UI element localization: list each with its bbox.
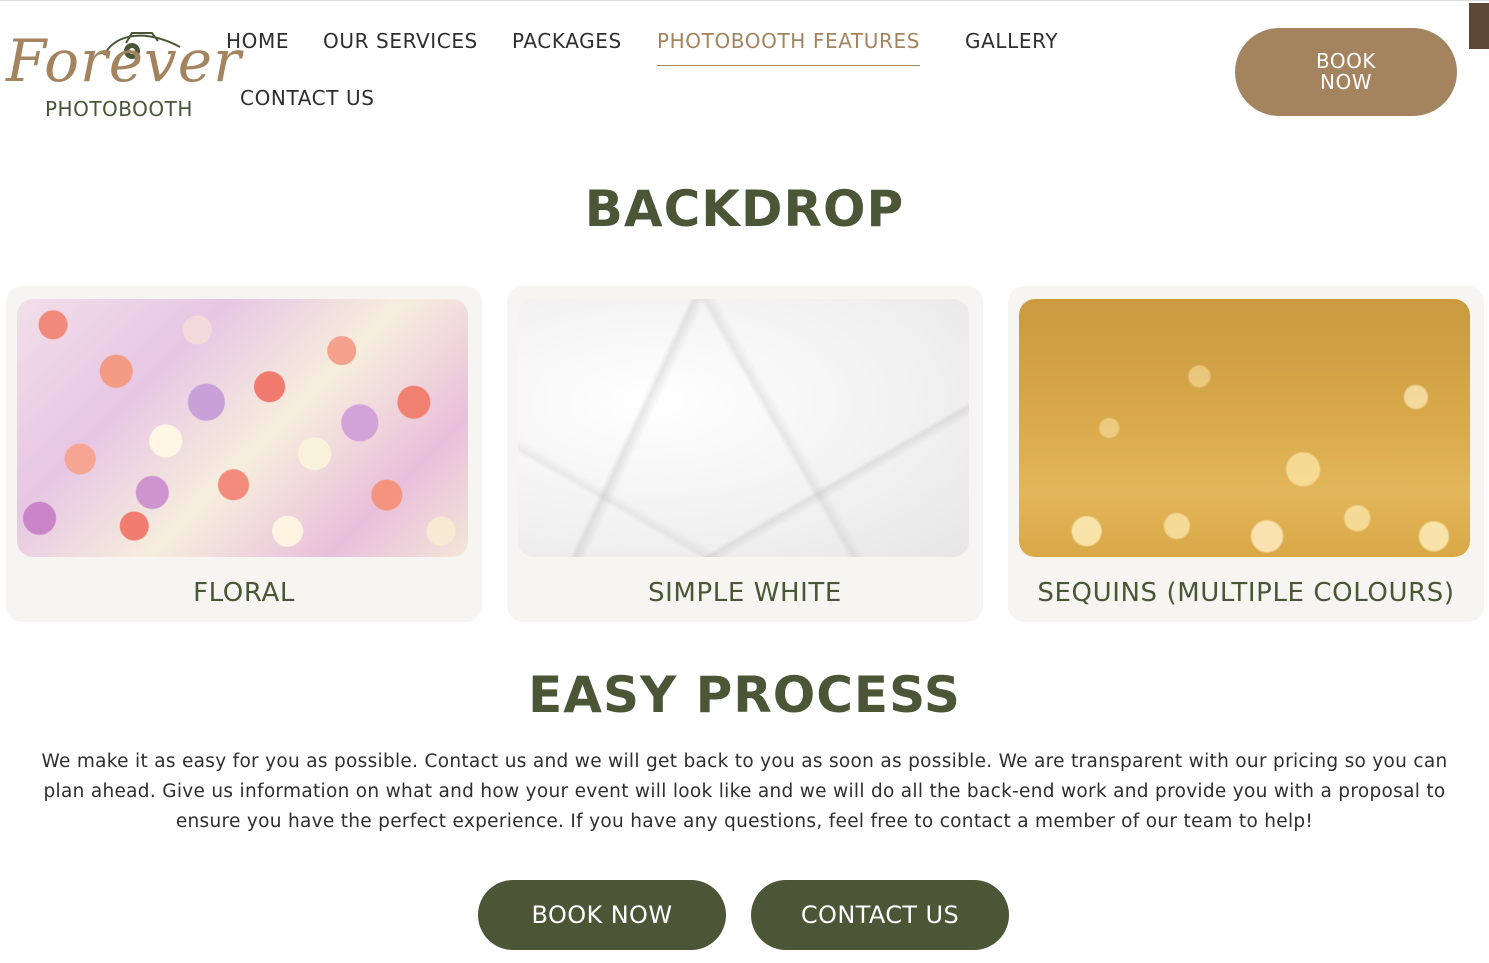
nav-contact-us[interactable]: CONTACT US <box>240 86 375 110</box>
backdrop-card-simple-white[interactable]: SIMPLE WHITE <box>507 286 983 622</box>
logo[interactable]: Forever PHOTOBOOTH <box>4 21 241 121</box>
sequins-image <box>1019 299 1470 557</box>
nav-our-services[interactable]: OUR SERVICES <box>323 29 478 53</box>
card-label: FLORAL <box>193 578 295 608</box>
nav-gallery[interactable]: GALLERY <box>965 29 1058 53</box>
marble-image <box>518 299 969 557</box>
card-label: SEQUINS (MULTIPLE COLOURS) <box>1037 578 1455 608</box>
logo-subtitle: PHOTOBOOTH <box>45 97 193 121</box>
corner-tab <box>1469 3 1489 49</box>
nav-home[interactable]: HOME <box>226 29 289 53</box>
book-now-button[interactable]: BOOK NOW <box>1235 28 1457 116</box>
site-header: Forever PHOTOBOOTH HOME OUR SERVICES PAC… <box>0 0 1489 140</box>
process-description: We make it as easy for you as possible. … <box>41 751 1448 832</box>
floral-image <box>17 299 468 557</box>
book-now-line2: NOW <box>1320 70 1372 94</box>
book-now-line1: BOOK <box>1316 49 1376 73</box>
backdrop-card-sequins[interactable]: SEQUINS (MULTIPLE COLOURS) <box>1008 286 1484 622</box>
contact-us-button[interactable]: CONTACT US <box>751 880 1009 950</box>
book-now-bottom-button[interactable]: BOOK NOW <box>478 880 726 950</box>
backdrop-card-floral[interactable]: FLORAL <box>6 286 482 622</box>
easy-process-title: EASY PROCESS <box>528 666 961 724</box>
card-label: SIMPLE WHITE <box>648 578 842 608</box>
logo-script: Forever <box>6 27 242 95</box>
nav-packages[interactable]: PACKAGES <box>512 29 622 53</box>
backdrop-title: BACKDROP <box>584 180 905 238</box>
nav-photobooth-features[interactable]: PHOTOBOOTH FEATURES <box>657 29 921 66</box>
